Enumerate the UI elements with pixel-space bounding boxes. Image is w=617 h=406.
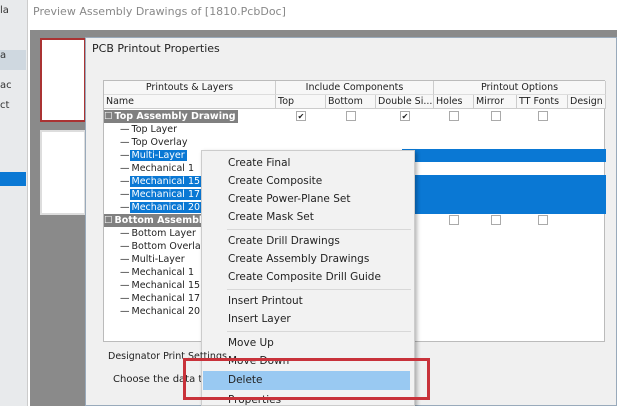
layer-icon: — (120, 163, 130, 174)
annotation-red-box (183, 358, 430, 400)
page-thumbnail-2[interactable] (40, 130, 86, 215)
option-checkbox[interactable] (490, 215, 501, 225)
layer-row[interactable]: — Bottom Layer (120, 227, 198, 240)
preview-window-title: Preview Assembly Drawings of [1810.PcbDo… (33, 5, 286, 18)
menu-separator (227, 229, 411, 230)
option-checkbox[interactable]: ✔ (400, 111, 410, 121)
menu-item-create-mask-set[interactable]: Create Mask Set (228, 211, 314, 223)
group-header: Include Components (276, 81, 434, 95)
row-label: Top Layer (131, 124, 178, 135)
menu-item-move-up[interactable]: Move Up (228, 337, 274, 349)
column-header[interactable]: Double Si... (376, 95, 434, 109)
column-header[interactable]: Mirror (474, 95, 517, 109)
column-header[interactable]: Design (568, 95, 606, 109)
menu-item-create-assembly-drawings[interactable]: Create Assembly Drawings (228, 253, 369, 265)
layer-icon: — (120, 241, 130, 252)
layer-icon: — (120, 228, 130, 239)
option-checkbox[interactable]: ✔ (296, 111, 306, 121)
menu-item-insert-printout[interactable]: Insert Printout (228, 295, 303, 307)
column-header[interactable]: Top (276, 95, 326, 109)
layer-icon: — (120, 124, 130, 135)
option-checkbox[interactable] (449, 111, 459, 121)
left-fragment: la (0, 5, 9, 16)
row-label: Mechanical 20 (131, 306, 201, 317)
layer-row[interactable]: — Mechanical 1 (120, 162, 196, 175)
row-label: Mechanical 15 (129, 176, 203, 187)
layer-row[interactable]: — Bottom Overlay (120, 240, 208, 253)
option-checkbox[interactable] (490, 111, 501, 121)
printout-icon: ☐ (104, 215, 113, 226)
layer-row[interactable]: — Mechanical 17 (120, 292, 202, 305)
group-header: Printout Options (434, 81, 606, 95)
menu-item-create-drill-drawings[interactable]: Create Drill Drawings (228, 235, 340, 247)
layer-row[interactable]: — Mechanical 15 (120, 175, 203, 188)
left-fragment: ac (0, 80, 12, 91)
selection-bar (402, 175, 606, 214)
menu-separator (227, 331, 411, 332)
page-thumbnail-1[interactable] (40, 38, 86, 122)
menu-item-create-final[interactable]: Create Final (228, 157, 290, 169)
layer-row[interactable]: — Top Layer (120, 123, 179, 136)
layer-icon: — (120, 137, 130, 148)
layer-icon: — (120, 202, 130, 213)
row-label: Mechanical 1 (131, 163, 195, 174)
row-label: Multi-Layer (129, 150, 187, 161)
menu-item-create-composite-drill-guide[interactable]: Create Composite Drill Guide (228, 271, 381, 283)
layer-icon: — (120, 280, 130, 291)
layer-row[interactable]: — Top Overlay (120, 136, 189, 149)
row-label: Mechanical 1 (131, 267, 195, 278)
layer-icon: — (120, 267, 130, 278)
column-header[interactable]: Bottom (326, 95, 376, 109)
option-checkbox[interactable] (449, 215, 459, 225)
left-toolbar: la a ac ct (0, 0, 28, 406)
left-selected-item[interactable] (0, 172, 26, 186)
row-label: Mechanical 17 (131, 293, 201, 304)
layer-icon: — (120, 150, 130, 161)
layer-icon: — (120, 176, 130, 187)
row-label: Top Overlay (131, 137, 188, 148)
menu-separator (227, 289, 411, 290)
printout-icon: ☐ (104, 111, 113, 122)
option-checkbox[interactable] (537, 111, 548, 121)
layer-row[interactable]: — Multi-Layer (120, 253, 187, 266)
layer-row[interactable]: — Mechanical 20 (120, 201, 203, 214)
row-label: Bottom Layer (131, 228, 196, 239)
column-header[interactable]: Name (104, 95, 276, 109)
selection-bar (402, 149, 606, 162)
row-label: Multi-Layer (131, 254, 185, 265)
row-label: Top Assembly Drawing (114, 111, 236, 122)
layer-row[interactable]: — Mechanical 15 (120, 279, 202, 292)
row-label: Mechanical 15 (131, 280, 201, 291)
column-header[interactable]: TT Fonts (517, 95, 568, 109)
printout-row[interactable]: ☐ Top Assembly Drawing (104, 110, 238, 123)
dialog-title: PCB Printout Properties (92, 42, 220, 55)
menu-item-create-power-plane-set[interactable]: Create Power-Plane Set (228, 193, 350, 205)
row-label: Bottom Overlay (131, 241, 207, 252)
option-checkbox[interactable] (346, 111, 356, 121)
layer-row[interactable]: — Mechanical 17 (120, 188, 203, 201)
row-label: Mechanical 20 (129, 202, 203, 213)
menu-item-insert-layer[interactable]: Insert Layer (228, 313, 291, 325)
layer-row[interactable]: — Mechanical 20 (120, 305, 202, 318)
layer-icon: — (120, 293, 130, 304)
left-fragment: a (0, 50, 26, 70)
layer-icon: — (120, 254, 130, 265)
row-label: Mechanical 17 (129, 189, 203, 200)
column-header[interactable]: Holes (434, 95, 474, 109)
menu-item-create-composite[interactable]: Create Composite (228, 175, 322, 187)
group-header: Printouts & Layers (104, 81, 276, 95)
layer-row[interactable]: — Multi-Layer (120, 149, 187, 162)
option-checkbox[interactable] (537, 215, 548, 225)
layer-icon: — (120, 189, 130, 200)
layer-icon: — (120, 306, 130, 317)
left-fragment: ct (0, 100, 10, 111)
layer-row[interactable]: — Mechanical 1 (120, 266, 196, 279)
